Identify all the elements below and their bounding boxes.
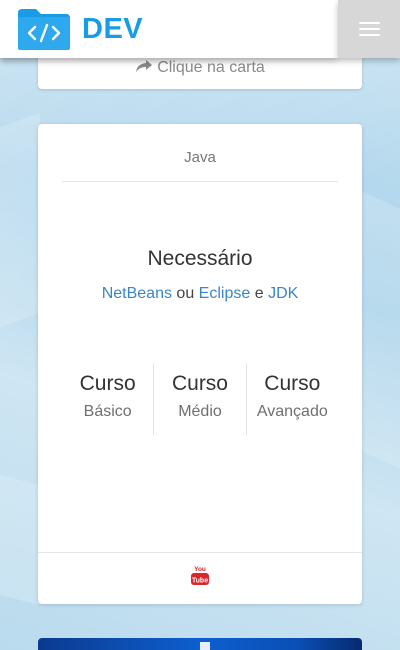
eclipse-link[interactable]: Eclipse: [199, 285, 251, 302]
top-navbar: DEV: [0, 0, 338, 58]
hamburger-menu-icon-line: [359, 34, 380, 36]
course-level: Básico: [83, 403, 132, 420]
code-folder-icon[interactable]: [16, 7, 72, 51]
card-title: Java: [184, 149, 216, 166]
svg-text:You: You: [194, 566, 206, 573]
course-levels: Curso Básico Curso Médio Curso Avançado: [62, 363, 338, 435]
course-card[interactable]: Java Necessário NetBeans ou Eclipse e JD…: [38, 124, 362, 604]
next-card-icon: [200, 642, 210, 650]
click-card-hint: Clique na carta: [38, 59, 362, 79]
background-facet: [362, 191, 400, 469]
hamburger-menu-icon-line: [359, 28, 380, 30]
course-advanced[interactable]: Curso Avançado: [245, 363, 338, 435]
background-facet: [0, 474, 40, 606]
card-divider: [62, 181, 338, 182]
next-card[interactable]: [38, 638, 362, 650]
share-arrow-icon: [135, 59, 153, 79]
course-basic[interactable]: Curso Básico: [62, 363, 153, 435]
requirements-line: NetBeans ou Eclipse e JDK: [38, 285, 362, 303]
svg-text:Tube: Tube: [192, 578, 208, 585]
course-title: Curso: [264, 372, 321, 395]
click-card-hint-text: Clique na carta: [157, 59, 265, 76]
course-level: Médio: [178, 403, 222, 420]
youtube-icon[interactable]: You Tube: [190, 564, 210, 586]
requirements-separator: e: [254, 285, 264, 302]
course-level: Avançado: [256, 403, 328, 420]
card-footer-divider: [38, 552, 362, 553]
jdk-link[interactable]: JDK: [268, 285, 298, 302]
background-facet: [0, 112, 40, 328]
course-title: Curso: [79, 372, 136, 395]
course-intermediate[interactable]: Curso Médio: [153, 363, 245, 435]
hamburger-menu-button[interactable]: [338, 0, 400, 58]
netbeans-link[interactable]: NetBeans: [102, 285, 172, 302]
hamburger-menu-icon: [359, 22, 380, 24]
brand-title[interactable]: DEV: [82, 13, 143, 46]
course-title: Curso: [171, 372, 228, 395]
requirements-separator: ou: [176, 285, 195, 302]
requirements-heading: Necessário: [147, 247, 253, 270]
